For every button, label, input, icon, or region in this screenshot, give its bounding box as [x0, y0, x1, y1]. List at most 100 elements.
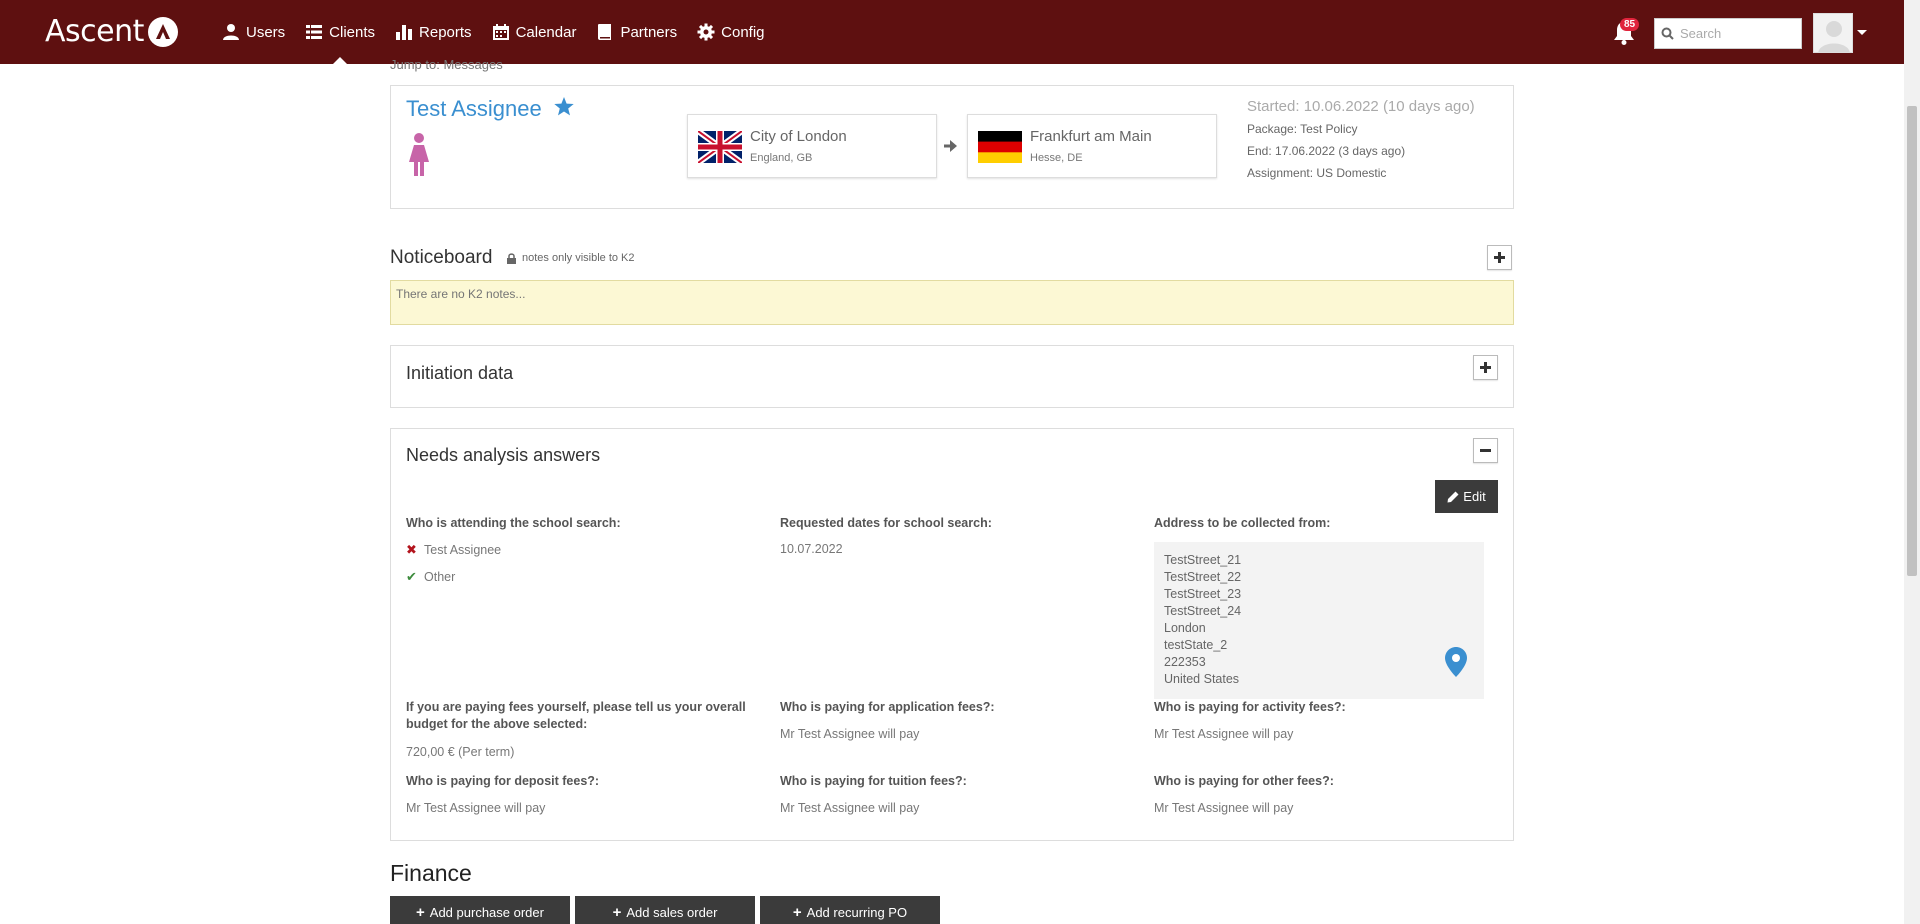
address-line: TestStreet_21: [1164, 553, 1242, 567]
plus-icon: +: [612, 903, 622, 921]
lock-icon: [507, 252, 516, 264]
finance-title: Finance: [390, 860, 472, 886]
plus-icon: [1494, 252, 1505, 263]
destination-city: Frankfurt am Main: [1030, 128, 1152, 145]
notes-textarea[interactable]: [390, 280, 1514, 325]
add-note-button[interactable]: [1487, 245, 1512, 270]
plus-icon: [1480, 362, 1491, 373]
minus-icon: [1480, 449, 1491, 452]
end-date: End: 17.06.2022 (3 days ago): [1247, 144, 1406, 158]
list-icon: [306, 25, 323, 39]
address-line: testState_2: [1164, 638, 1228, 652]
tuition-fees-answer: Mr Test Assignee will pay: [780, 801, 920, 815]
address-line: TestStreet_23: [1164, 587, 1242, 601]
application-fees-question: Who is paying for application fees?:: [780, 700, 995, 714]
address-line: 222353: [1164, 655, 1206, 669]
initiation-data-card: Initiation data: [390, 345, 1514, 408]
expand-initiation-button[interactable]: [1473, 355, 1498, 380]
main-nav: Users Clients Reports Calendar Partners …: [222, 0, 785, 64]
origin-location: City of London England, GB: [687, 114, 937, 178]
app-logo[interactable]: Ascent: [45, 14, 178, 49]
nav-item-reports[interactable]: Reports: [395, 0, 472, 64]
initiation-data-title: Initiation data: [406, 363, 514, 383]
attendee-item: ✖ Test Assignee: [406, 542, 501, 558]
top-navbar: Ascent Users Clients Reports Calendar Pa…: [0, 0, 1904, 64]
jump-to-link[interactable]: Jump to: Messages: [390, 57, 503, 72]
female-person-icon: [409, 133, 429, 176]
uk-flag-icon: [698, 131, 742, 163]
search-icon: [1661, 27, 1674, 40]
deposit-fees-answer: Mr Test Assignee will pay: [406, 801, 546, 815]
book-icon: [598, 24, 612, 40]
scrollbar-thumb[interactable]: [1907, 106, 1917, 576]
edit-button-label: Edit: [1463, 489, 1486, 504]
attendee-name: Test Assignee: [424, 543, 502, 557]
nav-item-partners[interactable]: Partners: [596, 0, 677, 64]
application-fees-answer: Mr Test Assignee will pay: [780, 727, 920, 741]
collapse-needs-button[interactable]: [1473, 438, 1498, 463]
favorite-star-icon[interactable]: [553, 96, 575, 118]
nav-item-label: Clients: [329, 23, 376, 41]
dates-answer: 10.07.2022: [780, 542, 843, 556]
map-pin-icon[interactable]: [1445, 647, 1467, 677]
assignment-type: Assignment: US Domestic: [1247, 166, 1387, 180]
deposit-fees-question: Who is paying for deposit fees?:: [406, 774, 600, 788]
germany-flag-icon: [978, 131, 1022, 163]
arrow-right-icon: [944, 140, 957, 152]
assignee-summary-card: Test Assignee City of London England, GB…: [390, 85, 1514, 209]
pencil-icon: [1447, 491, 1459, 502]
notification-count-badge: 85: [1620, 18, 1640, 31]
noticeboard-title: Noticeboard: [390, 247, 493, 268]
tuition-fees-question: Who is paying for tuition fees?:: [780, 774, 967, 788]
noticeboard-visibility-note: notes only visible to K2: [507, 252, 635, 264]
address-line: London: [1164, 621, 1206, 635]
add-purchase-order-button[interactable]: + Add purchase order: [390, 896, 570, 924]
address-line: TestStreet_24: [1164, 604, 1242, 618]
assignment-meta: Started: 10.06.2022 (10 days ago) Packag…: [1247, 96, 1475, 184]
needs-analysis-card: Needs analysis answers Edit Who is atten…: [390, 428, 1514, 841]
assignee-name-link[interactable]: Test Assignee: [406, 96, 542, 122]
button-label: Add recurring PO: [806, 904, 908, 920]
nav-item-calendar[interactable]: Calendar: [492, 0, 577, 64]
user-icon: [223, 24, 239, 40]
other-fees-answer: Mr Test Assignee will pay: [1154, 801, 1294, 815]
activity-fees-question: Who is paying for activity fees?:: [1154, 700, 1346, 714]
budget-question: If you are paying fees yourself, please …: [406, 700, 746, 731]
add-sales-order-button[interactable]: + Add sales order: [575, 896, 755, 924]
budget-answer: 720,00 € (Per term): [406, 745, 515, 759]
visibility-note-text: notes only visible to K2: [522, 252, 635, 264]
address-question: Address to be collected from:: [1154, 516, 1331, 530]
nav-item-clients[interactable]: Clients: [305, 0, 375, 64]
bar-chart-icon: [396, 25, 413, 40]
origin-city: City of London: [750, 128, 847, 145]
user-menu-caret-icon[interactable]: [1857, 30, 1867, 35]
nav-item-label: Config: [721, 23, 765, 41]
attendee-name: Other: [424, 570, 456, 584]
avatar-placeholder-icon: [1814, 14, 1852, 52]
start-date: Started: 10.06.2022 (10 days ago): [1247, 98, 1475, 115]
logo-mark-icon: [147, 16, 178, 47]
destination-location: Frankfurt am Main Hesse, DE: [967, 114, 1217, 178]
button-label: Add purchase order: [429, 904, 544, 920]
attendee-item: ✔ Other: [406, 569, 455, 585]
address-line: TestStreet_22: [1164, 570, 1242, 584]
address-line: United States: [1164, 672, 1240, 686]
logo-text: Ascent: [45, 14, 144, 49]
nav-item-config[interactable]: Config: [697, 0, 765, 64]
search-input[interactable]: [1680, 26, 1800, 41]
add-recurring-po-button[interactable]: + Add recurring PO: [760, 896, 940, 924]
origin-region: England, GB: [750, 152, 813, 164]
gear-icon: [697, 23, 715, 41]
button-label: Add sales order: [626, 904, 718, 920]
edit-needs-button[interactable]: Edit: [1435, 480, 1498, 513]
destination-region: Hesse, DE: [1030, 152, 1083, 164]
user-avatar[interactable]: [1813, 13, 1853, 53]
nav-item-users[interactable]: Users: [222, 0, 285, 64]
cross-icon: ✖: [406, 542, 417, 557]
page-scrollbar[interactable]: [1904, 0, 1920, 924]
nav-item-label: Calendar: [515, 23, 577, 41]
needs-analysis-title: Needs analysis answers: [406, 445, 601, 465]
activity-fees-answer: Mr Test Assignee will pay: [1154, 727, 1294, 741]
nav-item-label: Reports: [419, 23, 472, 41]
check-icon: ✔: [406, 569, 417, 584]
